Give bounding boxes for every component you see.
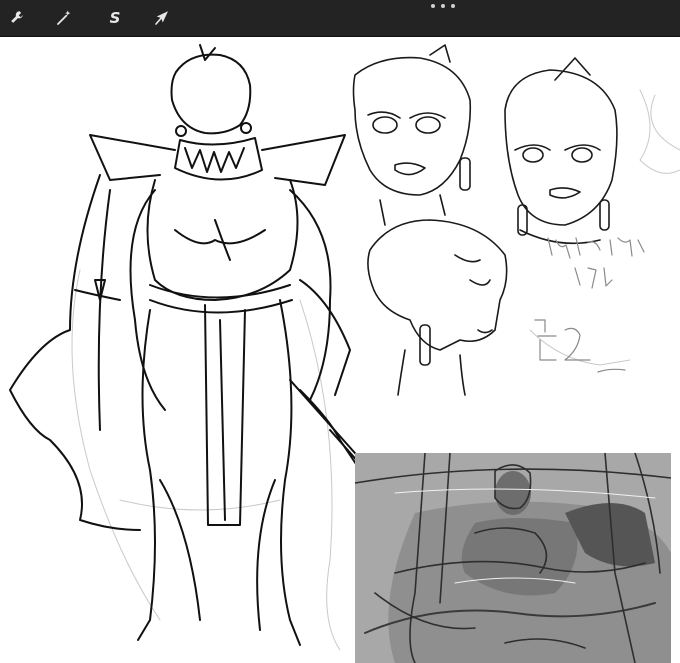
transform-button[interactable]	[148, 4, 176, 32]
reference-sketch-panel	[355, 453, 671, 663]
magic-wand-button[interactable]	[50, 4, 78, 32]
more-dots-icon	[431, 4, 435, 8]
selection-button[interactable]: S	[101, 4, 129, 32]
magic-wand-icon	[57, 10, 71, 25]
adjustments-button[interactable]	[4, 4, 32, 32]
drawing-canvas[interactable]	[0, 37, 680, 663]
arrow-cursor-icon	[155, 11, 168, 25]
wrench-icon	[11, 11, 23, 23]
grey-reference-artwork	[355, 453, 671, 663]
top-toolbar: S	[0, 0, 680, 37]
selection-s-icon: S	[109, 9, 121, 27]
more-options-button[interactable]	[431, 0, 455, 12]
